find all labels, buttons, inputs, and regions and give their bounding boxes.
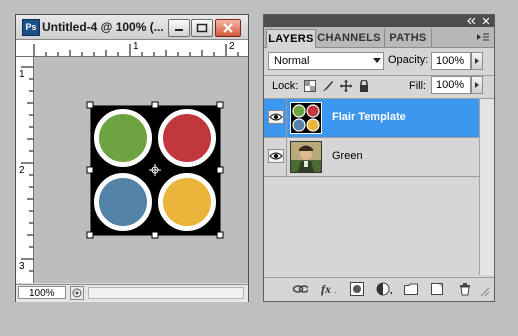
layer-row-flair-template[interactable]: Flair Template — [264, 99, 479, 138]
layers-scrollbar[interactable] — [479, 99, 494, 275]
zoom-level-field[interactable]: 100% — [18, 286, 66, 299]
minimize-button[interactable] — [168, 19, 190, 37]
maximize-button[interactable] — [191, 19, 213, 37]
minimize-icon — [175, 29, 183, 31]
opacity-slider-button[interactable] — [471, 52, 483, 70]
opacity-label: Opacity: — [388, 54, 429, 66]
lock-label: Lock: — [272, 80, 299, 92]
panel-menu-icon[interactable] — [476, 33, 490, 41]
opacity-field[interactable]: 100% — [431, 52, 471, 70]
photoshop-logo-icon: Ps — [22, 19, 40, 36]
status-menu-button[interactable] — [70, 286, 84, 300]
panel-tab-bar: LAYERS CHANNELS PATHS — [264, 27, 494, 48]
horizontal-scrollbar[interactable] — [88, 287, 244, 299]
layer-mask-icon[interactable] — [350, 282, 366, 296]
layer-style-fx-icon[interactable]: fx — [320, 282, 336, 296]
link-layers-icon[interactable] — [292, 282, 308, 296]
canvas-area[interactable] — [34, 57, 248, 283]
new-group-icon[interactable] — [404, 282, 420, 296]
lock-all-icon[interactable] — [358, 80, 370, 92]
close-panel-icon[interactable] — [481, 17, 491, 25]
lock-image-pixels-icon[interactable] — [322, 80, 334, 92]
tab-paths[interactable]: PATHS — [384, 29, 432, 47]
layer-thumbnail-flair — [290, 102, 322, 134]
delete-layer-icon[interactable] — [458, 282, 474, 296]
portrait-thumbnail-icon — [291, 142, 321, 172]
layers-panel: LAYERS CHANNELS PATHS Normal Opacity: 10… — [263, 14, 495, 302]
chevron-down-icon — [373, 58, 381, 63]
status-info-icon — [72, 288, 82, 298]
lock-transparent-pixels-icon[interactable] — [304, 80, 316, 92]
transform-bounding-box[interactable] — [34, 57, 248, 283]
document-title-bar[interactable]: Ps Untitled-4 @ 100% (... — [16, 15, 248, 40]
reference-point-icon — [149, 164, 161, 176]
close-icon — [223, 23, 233, 33]
flair-thumbnail-icon — [292, 104, 320, 132]
eye-icon[interactable] — [268, 110, 284, 124]
collapse-panel-icon[interactable] — [466, 17, 478, 25]
layer-name[interactable]: Flair Template — [332, 111, 406, 123]
vertical-ruler: 1 2 3 — [16, 57, 34, 283]
ruler-ticks — [33, 44, 239, 56]
document-window: Ps Untitled-4 @ 100% (... 1 2 1 2 3 100% — [15, 14, 249, 302]
svg-text:fx: fx — [321, 282, 331, 296]
resize-grip-icon[interactable] — [480, 287, 490, 297]
horizontal-ruler: 1 2 — [16, 40, 248, 57]
tab-channels[interactable]: CHANNELS — [316, 29, 382, 47]
layer-row-green[interactable]: Green — [264, 138, 479, 177]
layer-name[interactable]: Green — [332, 150, 363, 162]
blend-mode-value: Normal — [274, 55, 310, 67]
ruler-left-label: 1 — [19, 69, 25, 80]
maximize-icon — [196, 23, 208, 33]
divider — [286, 99, 287, 137]
chevron-right-icon — [475, 82, 479, 88]
document-title: Untitled-4 @ 100% (... — [42, 20, 164, 34]
fill-slider-button[interactable] — [471, 76, 483, 94]
eye-icon[interactable] — [268, 149, 284, 163]
adjustment-layer-icon[interactable] — [376, 282, 392, 296]
layers-panel-footer: fx — [264, 277, 494, 301]
fill-field[interactable]: 100% — [431, 76, 471, 94]
chevron-right-icon — [475, 58, 479, 64]
ruler-left-label: 2 — [19, 165, 25, 176]
close-button[interactable] — [215, 19, 241, 37]
status-bar: 100% — [16, 284, 248, 302]
divider — [286, 138, 287, 176]
blend-mode-select[interactable]: Normal — [268, 52, 384, 70]
new-layer-icon[interactable] — [430, 282, 446, 296]
panel-header-bar[interactable] — [264, 15, 494, 27]
layer-thumbnail-green — [290, 141, 322, 173]
ruler-top-label: 2 — [229, 41, 235, 52]
lock-position-icon[interactable] — [340, 80, 352, 92]
fill-label: Fill: — [409, 80, 427, 92]
ruler-left-label: 3 — [19, 261, 25, 272]
tab-layers[interactable]: LAYERS — [266, 29, 316, 48]
ruler-top-label: 1 — [133, 41, 139, 52]
